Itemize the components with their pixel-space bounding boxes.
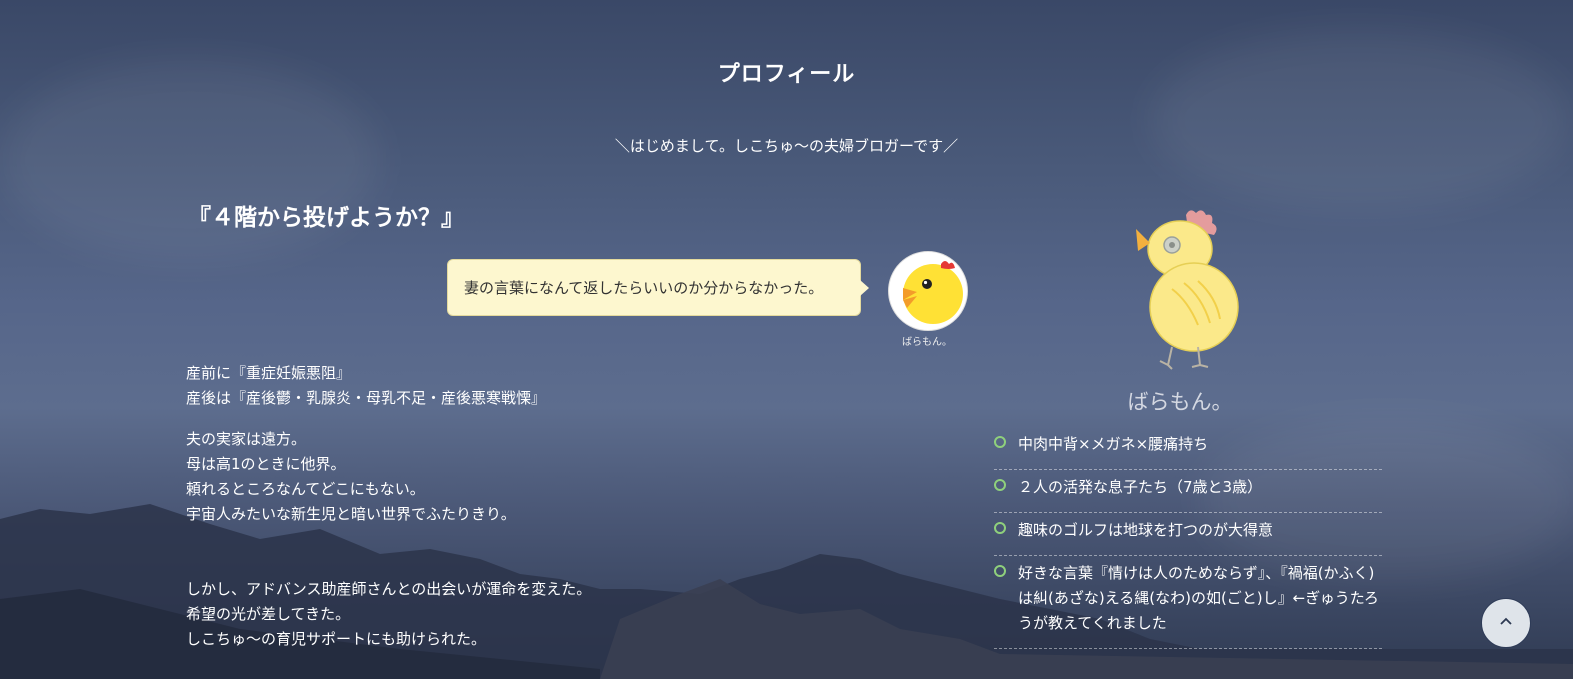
story-line: 夫の実家は遠方。 — [186, 430, 307, 448]
story-line: 産後は『産後鬱・乳腺炎・母乳不足・産後悪寒戦慄』 — [186, 389, 547, 407]
story-line: 宇宙人みたいな新生児と暗い世界でふたりきり。 — [186, 505, 516, 523]
story-line: しこちゅ〜の育児サポートにも助けられた。 — [186, 630, 487, 648]
list-item-text: 好きな言葉『情けは人のためならず』、『禍福(かふく)は糾(あざな)える縄(なわ)… — [1018, 564, 1379, 632]
circle-bullet-icon — [994, 436, 1006, 448]
speech-bubble: 妻の言葉になんて返したらいいのか分からなかった。 — [447, 259, 869, 316]
story-line: 産前に『重症妊娠悪阻』 — [186, 364, 352, 382]
chevron-up-icon — [1498, 611, 1514, 632]
story-line: 希望の光が差してきた。 — [186, 605, 351, 623]
chick-mascot-icon — [1128, 205, 1248, 373]
story-line: しかし、アドバンス助産師さんとの出会いが運命を変えた。 — [186, 580, 592, 598]
story-line: 頼れるところなんてどこにもない。 — [186, 480, 425, 498]
list-item-text: ２人の活発な息子たち（7歳と3歳） — [1018, 478, 1263, 496]
list-item: ２人の活発な息子たち（7歳と3歳） — [994, 470, 1382, 513]
speaker-name: ばらもん。 — [902, 337, 952, 348]
circle-bullet-icon — [994, 479, 1006, 491]
story-paragraph-1: 産前に『重症妊娠悪阻』 産後は『産後鬱・乳腺炎・母乳不足・産後悪寒戦慄』 — [186, 361, 546, 411]
list-item-text: 趣味のゴルフは地球を打つのが大得意 — [1018, 521, 1274, 539]
list-item: 趣味のゴルフは地球を打つのが大得意 — [994, 513, 1382, 556]
story-heading: 『４階から投げようか？』 — [188, 205, 464, 231]
story-paragraph-2: 夫の実家は遠方。 母は高1のときに他界。 頼れるところなんてどこにもない。 宇宙… — [186, 427, 516, 527]
list-item: 好きな言葉『情けは人のためならず』、『禍福(かふく)は糾(あざな)える縄(なわ)… — [994, 556, 1382, 649]
scroll-to-top-button[interactable] — [1481, 598, 1531, 648]
story-line: 母は高1のときに他界。 — [186, 455, 346, 473]
circle-bullet-icon — [994, 522, 1006, 534]
page-title: プロフィール — [717, 62, 856, 87]
chick-avatar-icon — [888, 251, 968, 331]
profile-name: ばらもん。 — [1127, 390, 1233, 414]
list-item-text: 中肉中背×メガネ×腰痛持ち — [1018, 435, 1209, 453]
list-item: 中肉中背×メガネ×腰痛持ち — [994, 427, 1382, 470]
profile-list: 中肉中背×メガネ×腰痛持ち ２人の活発な息子たち（7歳と3歳） 趣味のゴルフは地… — [994, 427, 1382, 649]
page-subtitle: ＼はじめまして。しこちゅ〜の夫婦ブロガーです／ — [614, 137, 959, 155]
circle-bullet-icon — [994, 565, 1006, 577]
speech-bubble-text: 妻の言葉になんて返したらいいのか分からなかった。 — [464, 279, 824, 297]
story-paragraph-3: しかし、アドバンス助産師さんとの出会いが運命を変えた。 希望の光が差してきた。 … — [186, 577, 591, 652]
